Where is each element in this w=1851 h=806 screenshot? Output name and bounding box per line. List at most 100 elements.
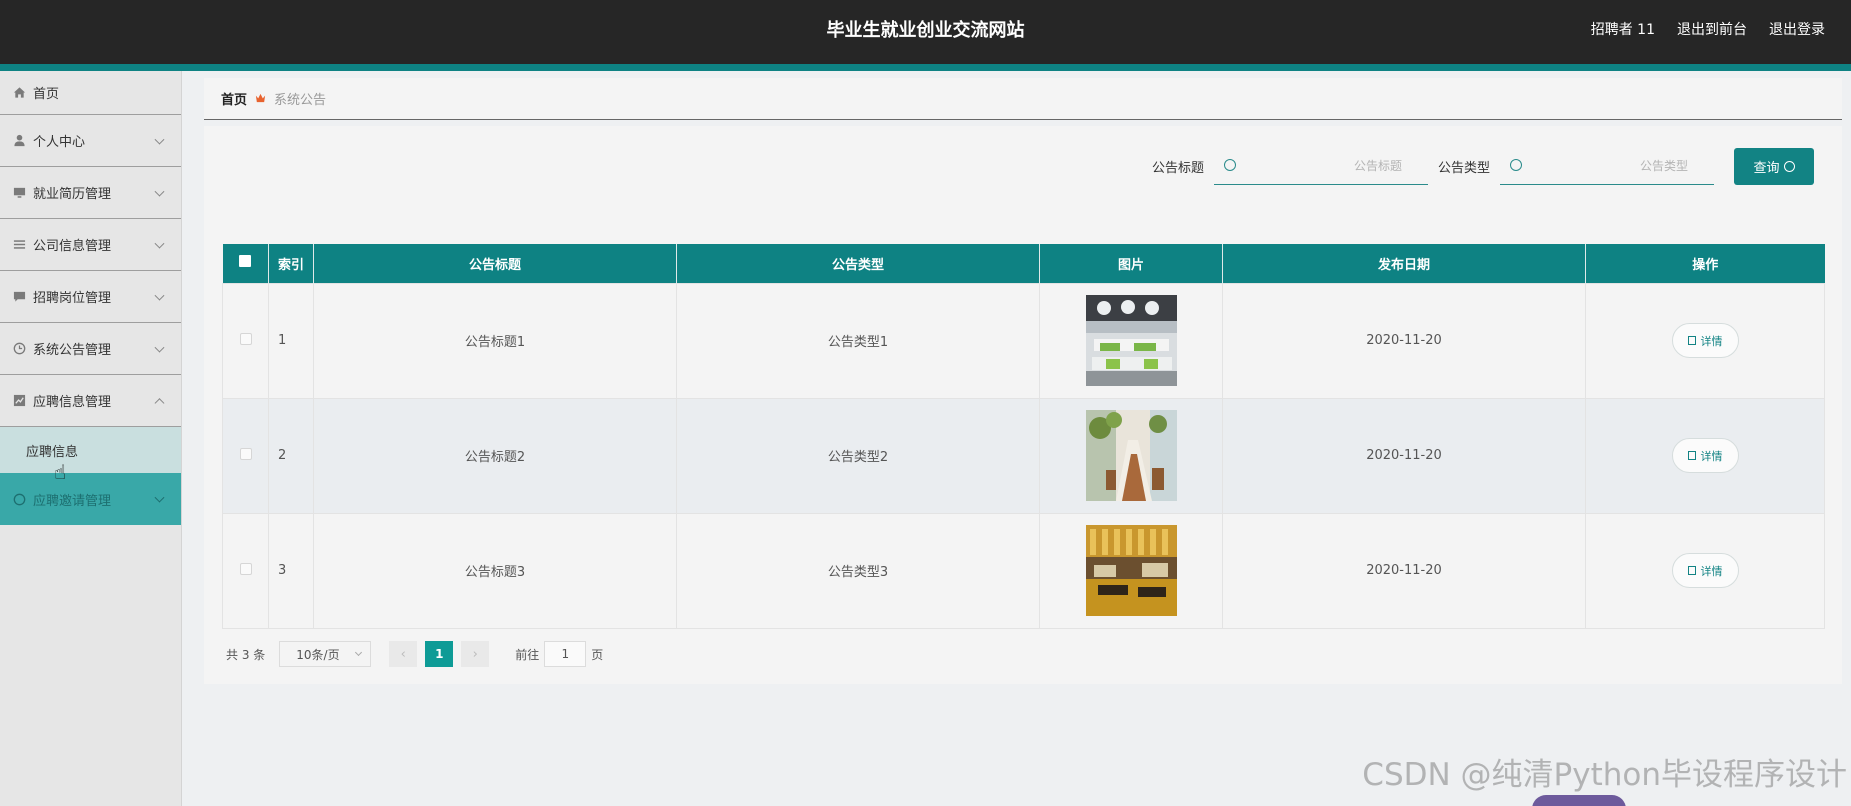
pagination: 共 3 条 10条/页 ‹ 1 › 前往 页 (226, 641, 603, 667)
sidebar-item-announcements[interactable]: 系统公告管理 (0, 323, 181, 375)
row-type: 公告类型3 (676, 512, 1040, 629)
top-actions: 招聘者 11 退出到前台 退出登录 (1591, 19, 1825, 39)
header-accent-bar (0, 64, 1851, 71)
total-count: 共 3 条 (226, 647, 266, 662)
breadcrumb-home[interactable]: 首页 (221, 89, 247, 108)
sidebar: 首页 个人中心 就业简历管理 公司信息管理 招聘岗位管理 系统公告管理 应聘信息… (0, 71, 182, 806)
page-suffix: 页 (591, 647, 604, 662)
row-type: 公告类型1 (676, 282, 1040, 399)
column-header-date: 发布日期 (1222, 244, 1586, 283)
query-button[interactable]: 查询 (1734, 148, 1814, 185)
chart-icon (12, 394, 26, 408)
sidebar-item-label: 就业简历管理 (33, 187, 112, 202)
detail-button[interactable]: 详情 (1671, 323, 1739, 358)
page-number-current[interactable]: 1 (425, 641, 454, 667)
table-row: 3 公告标题3 公告类型3 2020-11-20 详情 (222, 512, 1825, 629)
detail-button-label: 详情 (1700, 449, 1723, 463)
clock-icon (12, 342, 26, 356)
row-action-cell: 详情 (1585, 282, 1825, 399)
type-search-input[interactable] (1500, 148, 1714, 184)
search-icon (1510, 159, 1522, 171)
document-icon (1687, 336, 1696, 345)
detail-button[interactable]: 详情 (1671, 553, 1739, 588)
sidebar-item-jobs[interactable]: 招聘岗位管理 (0, 271, 181, 323)
row-image-cell (1039, 512, 1223, 629)
row-checkbox[interactable] (239, 332, 252, 345)
prev-page-button[interactable]: ‹ (389, 641, 418, 667)
search-icon (1223, 159, 1236, 171)
detail-button-label: 详情 (1700, 564, 1723, 578)
pointer-hand-icon: ☝ (54, 460, 67, 484)
sidebar-item-applications[interactable]: 应聘信息管理 (0, 375, 181, 427)
chevron-down-icon (154, 186, 165, 197)
row-image-cell (1039, 397, 1223, 514)
type-search-field (1500, 148, 1714, 185)
page-size-select[interactable]: 10条/页 (279, 641, 372, 667)
sidebar-item-personal-center[interactable]: 个人中心 (0, 115, 181, 167)
row-date: 2020-11-20 (1222, 397, 1586, 514)
sidebar-subitem-label: 应聘信息 (26, 444, 79, 460)
table-row: 1 公告标题1 公告类型1 2020-11-20 详情 (222, 282, 1825, 399)
next-page-button[interactable]: › (461, 641, 490, 667)
title-search-input[interactable] (1213, 148, 1428, 184)
home-icon (12, 86, 26, 100)
chevron-down-icon (154, 134, 165, 145)
chevron-down-icon (154, 238, 165, 249)
sidebar-item-home[interactable]: 首页 (0, 71, 181, 115)
row-image-cell (1039, 282, 1223, 399)
row-index: 2 (268, 397, 314, 514)
circle-icon (12, 492, 26, 506)
sidebar-item-invitations[interactable]: 应聘邀请管理 (0, 473, 181, 525)
breadcrumb-separator-icon (255, 92, 266, 106)
office-photo-thumbnail (1085, 410, 1177, 501)
search-icon (1783, 161, 1795, 172)
table-header-row: 索引 公告标题 公告类型 图片 发布日期 操作 (222, 244, 1825, 283)
document-icon (1687, 451, 1696, 460)
select-all-checkbox[interactable] (239, 255, 252, 268)
query-button-label: 查询 (1753, 161, 1780, 176)
chevron-up-icon (154, 397, 165, 408)
top-bar: 毕业生就业创业交流网站 招聘者 11 退出到前台 退出登录 (0, 0, 1851, 64)
column-header-title: 公告标题 (313, 244, 677, 283)
logout-link[interactable]: 退出登录 (1769, 19, 1825, 39)
floating-widget[interactable] (1532, 795, 1626, 806)
chevron-down-icon (154, 342, 165, 353)
monitor-icon (12, 186, 26, 200)
title-search-field (1213, 148, 1428, 185)
row-index: 1 (268, 282, 314, 399)
breadcrumb: 首页 系统公告 (204, 78, 1842, 120)
detail-button-label: 详情 (1700, 334, 1723, 348)
current-user: 招聘者 11 (1590, 22, 1655, 38)
sidebar-item-company[interactable]: 公司信息管理 (0, 219, 181, 271)
row-action-cell: 详情 (1585, 512, 1825, 629)
sidebar-item-label: 招聘岗位管理 (33, 291, 112, 306)
office-photo-thumbnail (1085, 525, 1177, 616)
row-checkbox[interactable] (239, 447, 252, 460)
sidebar-item-label: 应聘邀请管理 (33, 493, 112, 509)
row-type: 公告类型2 (676, 397, 1040, 514)
row-date: 2020-11-20 (1222, 512, 1586, 629)
sidebar-item-label: 应聘信息管理 (33, 395, 112, 410)
exit-to-front-link[interactable]: 退出到前台 (1677, 19, 1747, 39)
row-date: 2020-11-20 (1222, 282, 1586, 399)
office-photo-thumbnail (1085, 295, 1177, 386)
row-checkbox[interactable] (239, 562, 252, 575)
sidebar-item-resume[interactable]: 就业简历管理 (0, 167, 181, 219)
site-title: 毕业生就业创业交流网站 (826, 20, 1025, 41)
detail-button[interactable]: 详情 (1671, 438, 1739, 473)
document-icon (1687, 566, 1696, 575)
column-header-image: 图片 (1039, 244, 1223, 283)
page-size-value: 10条/页 (296, 647, 340, 662)
goto-page-input[interactable] (544, 641, 587, 667)
row-title: 公告标题2 (313, 397, 677, 514)
sidebar-item-label: 系统公告管理 (33, 343, 112, 358)
row-title: 公告标题3 (313, 512, 677, 629)
goto-label: 前往 (515, 647, 540, 662)
content-panel: 公告标题 公告类型 查询 索引 公告标题 公告类型 图片 发布日期 (204, 126, 1842, 684)
column-header-type: 公告类型 (676, 244, 1040, 283)
row-action-cell: 详情 (1585, 397, 1825, 514)
sidebar-subitem-application-info[interactable]: 应聘信息 (0, 427, 181, 473)
title-search-label: 公告标题 (1151, 161, 1204, 176)
type-search-label: 公告类型 (1437, 161, 1490, 176)
table-row: 2 公告标题2 公告类型2 2020-11-20 详情 (222, 397, 1825, 514)
